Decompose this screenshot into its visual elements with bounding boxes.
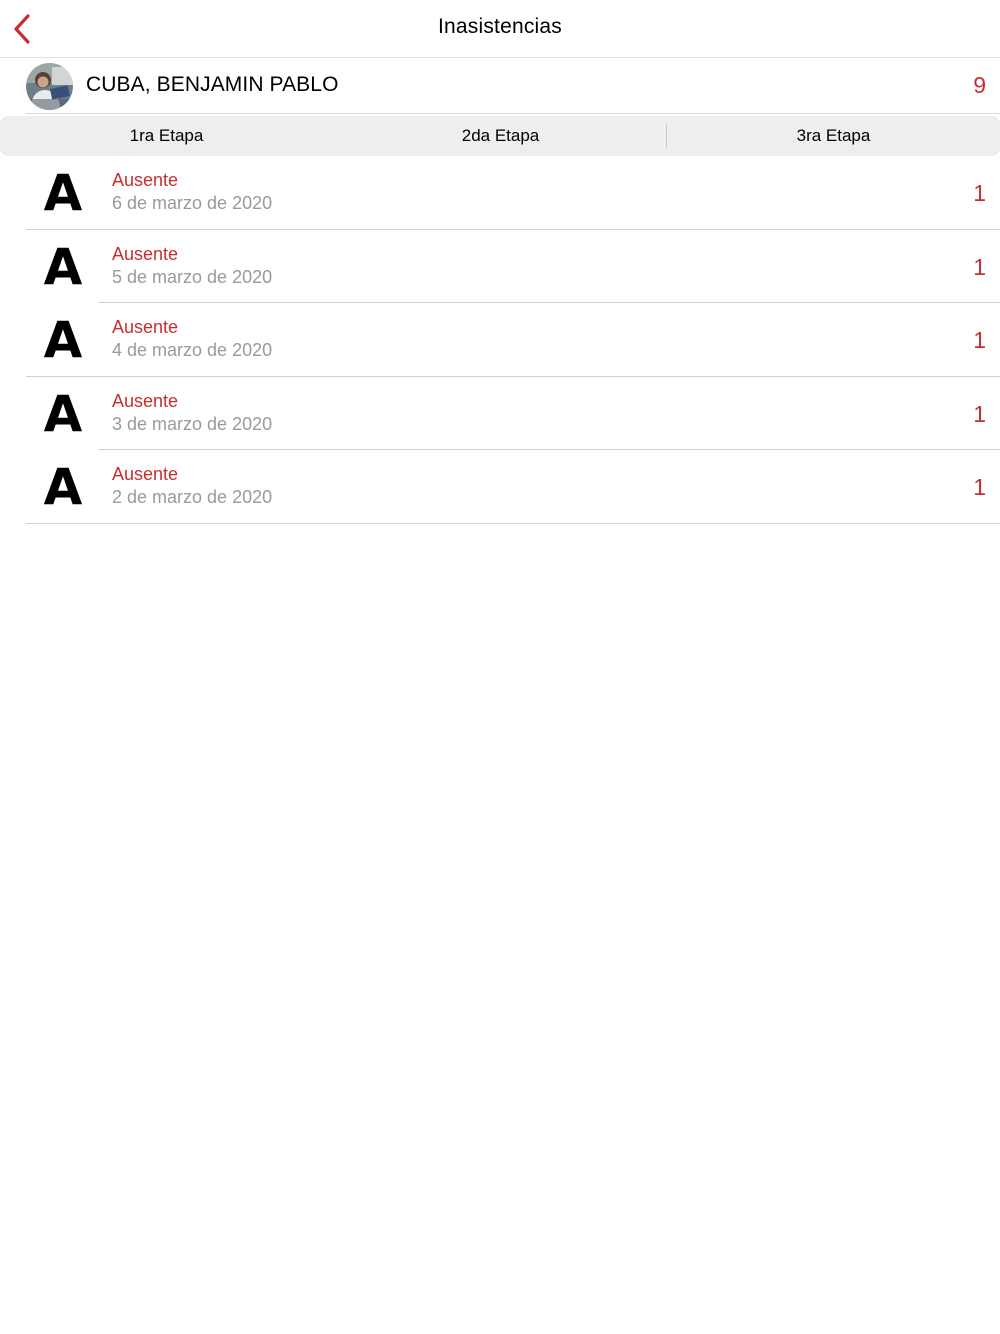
- absence-type-label: Ausente: [112, 390, 179, 411]
- absence-type-letter: A: [43, 237, 83, 296]
- avatar: [26, 63, 73, 110]
- absence-date: 6 de marzo de 2020: [112, 193, 273, 213]
- student-name: CUBA, BENJAMIN PABLO: [86, 73, 339, 96]
- list-item[interactable]: A Ausente 2 de marzo de 2020 1: [0, 450, 1000, 524]
- absence-value: 1: [973, 253, 986, 280]
- absence-value: 1: [973, 180, 986, 206]
- list-item[interactable]: A Ausente 3 de marzo de 2020 1: [0, 377, 1000, 450]
- divider: [26, 113, 1000, 114]
- tab-2da-etapa[interactable]: 2da Etapa: [334, 116, 667, 156]
- total-absences-count: 9: [973, 72, 986, 98]
- absence-value: 1: [973, 474, 986, 500]
- absence-date: 4 de marzo de 2020: [112, 340, 273, 360]
- absence-type-letter: A: [43, 384, 83, 443]
- absence-type-label: Ausente: [112, 170, 179, 190]
- absence-type-letter: A: [43, 311, 83, 369]
- absence-type-label: Ausente: [112, 317, 179, 337]
- stage-segmented-control: 1ra Etapa 2da Etapa 3ra Etapa: [0, 116, 1000, 156]
- tab-1ra-etapa[interactable]: 1ra Etapa: [0, 116, 333, 156]
- student-photo-icon: [26, 63, 73, 110]
- absence-date: 5 de marzo de 2020: [112, 266, 273, 287]
- tab-3ra-etapa[interactable]: 3ra Etapa: [667, 116, 1000, 156]
- absence-type-letter: A: [43, 458, 83, 516]
- absence-date: 2 de marzo de 2020: [112, 487, 273, 507]
- absence-type-letter: A: [43, 164, 83, 222]
- absence-value: 1: [973, 327, 986, 353]
- absence-type-label: Ausente: [112, 243, 179, 264]
- list-item[interactable]: A Ausente 6 de marzo de 2020 1: [0, 156, 1000, 230]
- absence-type-label: Ausente: [112, 464, 179, 484]
- list-item[interactable]: A Ausente 4 de marzo de 2020 1: [0, 303, 1000, 377]
- absence-value: 1: [973, 400, 986, 427]
- navigation-bar: Inasistencias: [0, 0, 1000, 58]
- list-item[interactable]: A Ausente 5 de marzo de 2020 1: [0, 230, 1000, 303]
- absence-list: A Ausente 6 de marzo de 2020 1 A Ausente…: [0, 156, 1000, 524]
- student-header: CUBA, BENJAMIN PABLO 9: [0, 58, 1000, 114]
- absence-date: 3 de marzo de 2020: [112, 413, 273, 434]
- divider: [26, 522, 1000, 524]
- page-title: Inasistencias: [438, 15, 562, 38]
